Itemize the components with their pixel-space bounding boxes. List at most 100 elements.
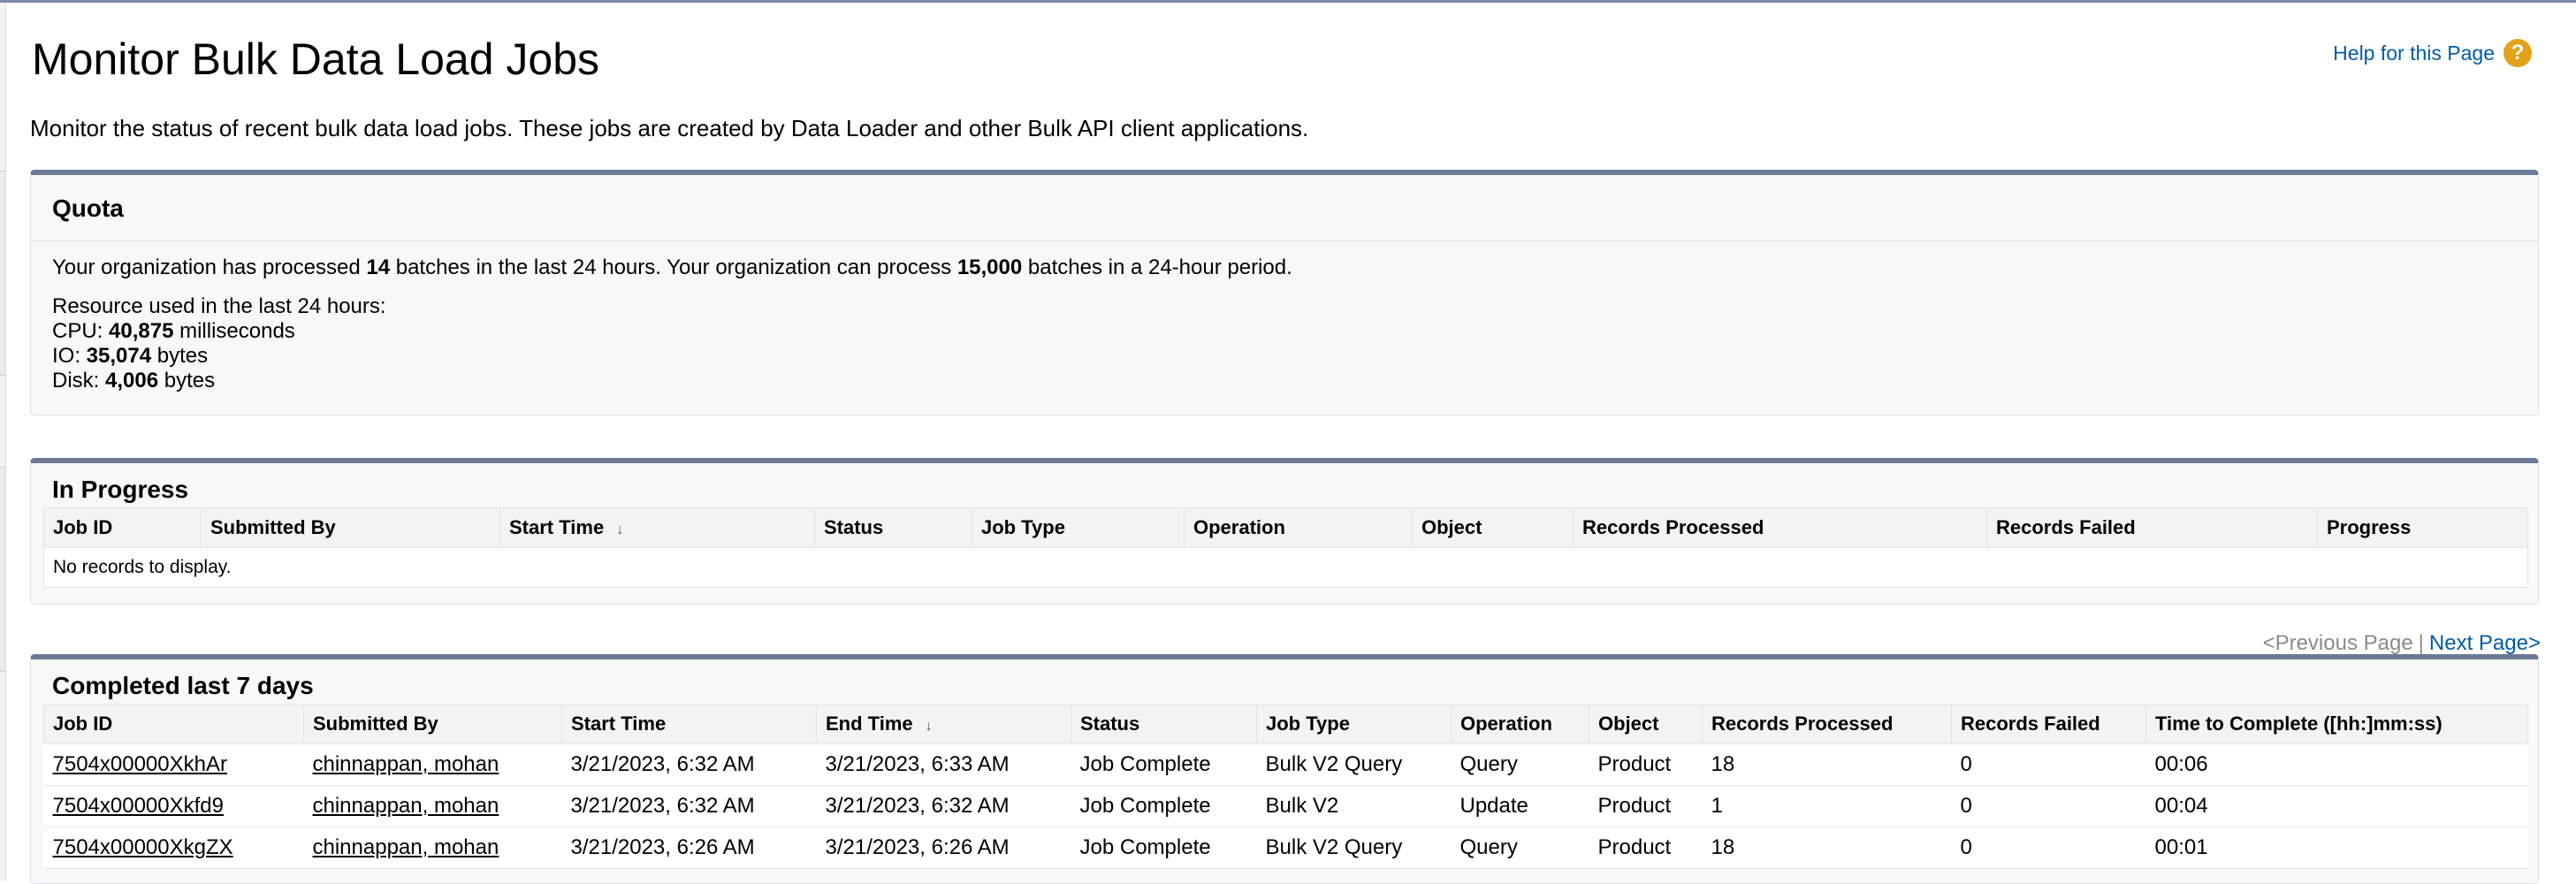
job-id-link[interactable]: 7504x00000Xkfd9	[53, 794, 225, 818]
batches-processed-value: 14	[366, 255, 391, 279]
in-progress-header-row: Job ID Submitted By Start Time ↓ Status J…	[43, 507, 2528, 548]
column-header-records-failed[interactable]: Records Failed	[1986, 507, 2318, 548]
records-failed-cell: 0	[1951, 827, 2146, 869]
job-id-link[interactable]: 7504x00000XkhAr	[53, 752, 227, 776]
in-progress-table: Job ID Submitted By Start Time ↓ Status J…	[43, 507, 2528, 588]
column-header-end-time[interactable]: End Time ↓	[816, 704, 1071, 744]
column-header-end-time-label: End Time	[826, 713, 913, 735]
page-description: Monitor the status of recent bulk data l…	[30, 115, 1309, 141]
in-progress-title: In Progress	[52, 476, 189, 503]
pager-separator: |	[2418, 631, 2424, 655]
column-header-records-processed[interactable]: Records Processed	[1573, 507, 1987, 548]
submitted-by-cell: chinnappan, mohan	[303, 827, 562, 869]
column-header-submitted-by[interactable]: Submitted By	[303, 704, 562, 744]
job-type-cell: Bulk V2	[1256, 785, 1452, 827]
batch-usage-suffix: batches in a 24-hour period.	[1022, 255, 1292, 279]
io-label: IO:	[52, 344, 87, 368]
completed-panel: Completed last 7 days Job ID Submitted B…	[30, 654, 2539, 884]
column-header-job-id[interactable]: Job ID	[43, 507, 202, 548]
time-to-complete-cell: 00:01	[2145, 827, 2528, 869]
io-usage: IO: 35,074 bytes	[52, 344, 2517, 369]
records-failed-cell: 0	[1951, 743, 2146, 786]
records-processed-cell: 18	[1702, 743, 1952, 786]
column-header-start-time-label: Start Time	[509, 516, 605, 538]
cpu-unit: milliseconds	[173, 319, 295, 343]
job-id-link[interactable]: 7504x00000XkgZX	[53, 835, 233, 859]
quota-panel: Quota Your organization has processed 14…	[30, 170, 2539, 415]
column-header-status[interactable]: Status	[1071, 704, 1257, 744]
column-header-progress[interactable]: Progress	[2317, 507, 2528, 548]
page-title: Monitor Bulk Data Load Jobs	[32, 34, 600, 84]
quota-body: Your organization has processed 14 batch…	[31, 241, 2538, 408]
operation-cell: Query	[1451, 827, 1589, 869]
in-progress-panel: In Progress Job ID Submitted By Start Ti…	[30, 458, 2539, 605]
time-to-complete-cell: 00:06	[2145, 743, 2528, 786]
column-header-submitted-by[interactable]: Submitted By	[201, 507, 500, 548]
column-header-operation[interactable]: Operation	[1184, 507, 1413, 548]
completed-header-row: Job ID Submitted By Start Time End Time ↓…	[43, 704, 2528, 744]
column-header-time-to-complete[interactable]: Time to Complete ([hh:]mm:ss)	[2145, 704, 2528, 744]
object-cell: Product	[1589, 785, 1703, 827]
cpu-usage: CPU: 40,875 milliseconds	[52, 319, 2517, 344]
batch-usage-middle: batches in the last 24 hours. Your organ…	[390, 255, 957, 279]
io-value: 35,074	[86, 344, 152, 368]
disk-usage: Disk: 4,006 bytes	[52, 369, 2517, 393]
job-id-cell: 7504x00000XkhAr	[43, 743, 304, 786]
column-header-job-type[interactable]: Job Type	[1256, 704, 1452, 744]
help-link[interactable]: Help for this Page	[2333, 42, 2495, 65]
column-header-status[interactable]: Status	[814, 507, 972, 548]
disk-label: Disk:	[52, 369, 105, 392]
job-id-cell: 7504x00000XkgZX	[43, 827, 304, 869]
column-header-operation[interactable]: Operation	[1451, 704, 1589, 744]
submitted-by-cell: chinnappan, mohan	[303, 743, 562, 786]
previous-page-link: <Previous Page	[2262, 631, 2413, 655]
resource-heading: Resource used in the last 24 hours:	[52, 294, 386, 318]
left-sidebar-edge	[0, 3, 6, 880]
records-processed-cell: 1	[1702, 785, 1952, 827]
column-header-object[interactable]: Object	[1412, 507, 1574, 548]
end-time-cell: 3/21/2023, 6:32 AM	[816, 785, 1071, 827]
start-time-cell: 3/21/2023, 6:32 AM	[561, 785, 817, 827]
quota-title: Quota	[31, 175, 2538, 241]
submitted-by-link[interactable]: chinnappan, mohan	[313, 752, 499, 776]
empty-row: No records to display.	[43, 547, 2528, 588]
sort-descending-icon: ↓	[616, 522, 624, 537]
object-cell: Product	[1589, 827, 1703, 869]
job-type-cell: Bulk V2 Query	[1256, 827, 1452, 869]
table-row: 7504x00000XkgZX chinnappan, mohan 3/21/2…	[43, 827, 2528, 869]
column-header-records-failed[interactable]: Records Failed	[1951, 704, 2146, 744]
batch-limit-value: 15,000	[956, 255, 1023, 279]
table-row: 7504x00000Xkfd9 chinnappan, mohan 3/21/2…	[43, 785, 2528, 827]
batch-usage-text: Your organization has processed 14 batch…	[52, 255, 2517, 280]
submitted-by-link[interactable]: chinnappan, mohan	[313, 835, 499, 859]
column-header-job-id[interactable]: Job ID	[43, 704, 304, 744]
operation-cell: Query	[1451, 743, 1589, 786]
column-header-start-time[interactable]: Start Time ↓	[499, 507, 815, 548]
column-header-records-processed[interactable]: Records Processed	[1702, 704, 1952, 744]
help-link-group[interactable]: Help for this Page ?	[2333, 39, 2532, 67]
job-type-cell: Bulk V2 Query	[1256, 743, 1452, 786]
records-processed-cell: 18	[1702, 827, 1952, 869]
status-cell: Job Complete	[1071, 827, 1257, 869]
column-header-job-type[interactable]: Job Type	[972, 507, 1185, 548]
status-cell: Job Complete	[1071, 785, 1257, 827]
time-to-complete-cell: 00:04	[2145, 785, 2528, 827]
io-unit: bytes	[151, 344, 209, 368]
sort-descending-icon: ↓	[925, 719, 933, 734]
help-icon[interactable]: ?	[2504, 39, 2532, 67]
next-page-link[interactable]: Next Page>	[2429, 631, 2541, 655]
sidebar-edge-segment	[0, 467, 5, 672]
completed-title: Completed last 7 days	[52, 672, 314, 699]
batch-usage-prefix: Your organization has processed	[52, 255, 367, 279]
submitted-by-link[interactable]: chinnappan, mohan	[313, 794, 499, 818]
end-time-cell: 3/21/2023, 6:26 AM	[816, 827, 1071, 869]
job-id-cell: 7504x00000Xkfd9	[43, 785, 304, 827]
column-header-object[interactable]: Object	[1589, 704, 1703, 744]
operation-cell: Update	[1451, 785, 1589, 827]
sidebar-edge-segment	[0, 171, 5, 376]
cpu-value: 40,875	[109, 319, 174, 343]
submitted-by-cell: chinnappan, mohan	[303, 785, 562, 827]
column-header-start-time[interactable]: Start Time	[561, 704, 817, 744]
pagination: <Previous Page | Next Page>	[2263, 631, 2541, 656]
start-time-cell: 3/21/2023, 6:26 AM	[561, 827, 817, 869]
